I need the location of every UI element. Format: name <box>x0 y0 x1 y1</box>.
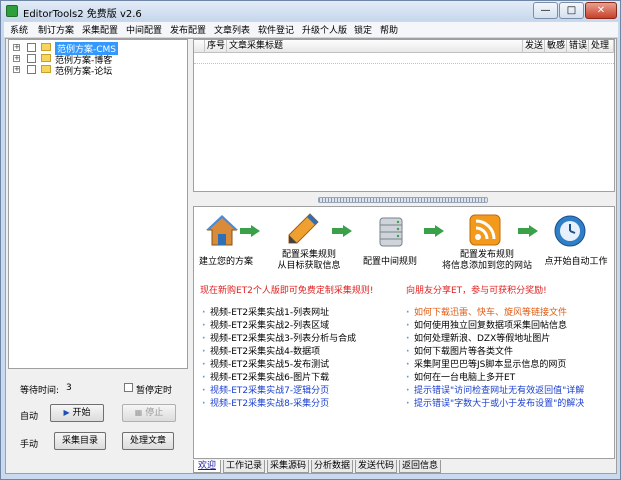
start-button[interactable]: ▶ 开始 <box>50 404 104 422</box>
list-item[interactable]: 提示错误"字数大于或小于发布设置"的解决 <box>406 398 614 411</box>
clock-icon <box>554 215 586 247</box>
step-publish-rules: 配置发布规则 将信息添加到您的网站 <box>441 250 532 271</box>
list-item[interactable]: 提示错误"访问检查网址无有效返回值"详解 <box>406 385 614 398</box>
menu-system[interactable]: 系统 <box>10 23 28 36</box>
step-middle-rules: 配置中间规则 <box>362 257 417 267</box>
minimize-button[interactable]: — <box>533 2 558 19</box>
menu-middle-config[interactable]: 中间配置 <box>126 23 162 36</box>
tab-welcome[interactable]: 欢迎 <box>193 460 221 473</box>
menu-upgrade[interactable]: 升级个人版 <box>302 23 347 36</box>
list-item[interactable]: 视频-ET2采集实战3-列表分析与合成 <box>202 333 402 346</box>
pause-timer-label: 暂停定时 <box>136 386 173 396</box>
menu-help[interactable]: 帮助 <box>380 23 398 36</box>
grid-corner <box>194 40 205 53</box>
list-item[interactable]: 如何下载图片等各类文件 <box>406 346 614 359</box>
list-item[interactable]: 视频-ET2采集实战6-图片下载 <box>202 372 402 385</box>
auto-label: 自动 <box>20 412 39 422</box>
stop-icon: ▦ <box>134 408 143 417</box>
col-error[interactable]: 错误 <box>567 40 589 53</box>
tree-checkbox[interactable] <box>27 54 36 63</box>
col-sensitive[interactable]: 敏感 <box>545 40 567 53</box>
control-panel: 等待时间: 3 暂停定时 自动 ▶ 开始 ▦ 停止 手动 采集目录 处理文章 <box>8 371 188 471</box>
arrow-right-icon <box>240 225 260 237</box>
menu-article-list[interactable]: 文章列表 <box>214 23 250 36</box>
expand-icon[interactable]: + <box>13 44 20 51</box>
table-row[interactable] <box>194 54 614 64</box>
list-item[interactable]: 视频-ET2采集实战4-数据项 <box>202 346 402 359</box>
list-item[interactable]: 如何下载迅雷、快车、旋风等链接文件 <box>406 307 614 320</box>
list-item[interactable]: 如何在一台电脑上多开ET <box>406 372 614 385</box>
grid-header: 序号 文章采集标题 发送 敏感 错误 处理 <box>194 40 614 53</box>
tree-item-label: 范例方案-论坛 <box>55 67 113 77</box>
wait-time-label: 等待时间: <box>20 386 60 396</box>
list-item[interactable]: 如何使用独立回复数据项采集回帖信息 <box>406 320 614 333</box>
expand-icon[interactable]: + <box>13 55 20 62</box>
list-item[interactable]: 视频-ET2采集实战5-发布测试 <box>202 359 402 372</box>
list-item[interactable]: 视频-ET2采集实战8-采集分页 <box>202 398 402 411</box>
play-icon: ▶ <box>63 408 70 417</box>
database-icon <box>379 217 403 247</box>
promo-custom-rules[interactable]: 现在新购ET2个人版即可免费定制采集规则! <box>200 283 374 296</box>
tab-collect-source[interactable]: 采集源码 <box>267 460 309 473</box>
pause-timer-checkbox[interactable] <box>124 383 133 392</box>
menu-lock[interactable]: 锁定 <box>354 23 372 36</box>
welcome-panel: 建立您的方案 配置采集规则 从目标获取信息 配置中间规则 配置发布规则 将信息添… <box>193 206 615 459</box>
tab-send-code[interactable]: 发送代码 <box>355 460 397 473</box>
plan-tree[interactable]: + 范例方案-CMS + 范例方案-博客 + 范例方案-论坛 <box>8 39 188 369</box>
splitter-handle[interactable] <box>318 197 488 203</box>
menu-publish-config[interactable]: 发布配置 <box>170 23 206 36</box>
collect-catalog-button[interactable]: 采集目录 <box>54 432 106 450</box>
menu-collect-config[interactable]: 采集配置 <box>82 23 118 36</box>
step-build-plan: 建立您的方案 <box>198 257 253 267</box>
arrow-right-icon <box>518 225 538 237</box>
col-title[interactable]: 文章采集标题 <box>227 40 523 53</box>
promo-share[interactable]: 向朋友分享ET，参与可获积分奖励! <box>406 283 547 296</box>
list-item[interactable]: 如何处理新浪、DZX等假地址图片 <box>406 333 614 346</box>
tab-return-info[interactable]: 返回信息 <box>399 460 441 473</box>
col-index[interactable]: 序号 <box>205 40 227 53</box>
close-button[interactable]: ✕ <box>585 2 617 19</box>
app-window: EditorTools2 免费版 v2.6 — □ ✕ 系统 制订方案 采集配置… <box>0 0 621 480</box>
window-title: EditorTools2 免费版 v2.6 <box>23 9 142 20</box>
stop-button[interactable]: ▦ 停止 <box>122 404 176 422</box>
arrow-right-icon <box>424 225 444 237</box>
tree-checkbox[interactable] <box>27 43 36 52</box>
home-icon <box>206 215 238 246</box>
tab-analysis-data[interactable]: 分析数据 <box>311 460 353 473</box>
wait-time-value: 3 <box>66 383 72 393</box>
folder-icon <box>41 54 51 62</box>
menu-registration[interactable]: 软件登记 <box>258 23 294 36</box>
menu-plan[interactable]: 制订方案 <box>38 23 74 36</box>
tab-work-log[interactable]: 工作记录 <box>223 460 265 473</box>
expand-icon[interactable]: + <box>13 66 20 73</box>
rss-icon <box>469 214 501 246</box>
step-start-auto: 点开始自动工作 <box>544 257 608 267</box>
manual-label: 手动 <box>20 440 39 450</box>
client-area: + 范例方案-CMS + 范例方案-博客 + 范例方案-论坛 等待时间: 3 暂… <box>5 38 617 474</box>
article-grid[interactable]: 序号 文章采集标题 发送 敏感 错误 处理 <box>193 39 615 192</box>
video-tutorial-list: 视频-ET2采集实战1-列表网址 视频-ET2采集实战2-列表区域 视频-ET2… <box>202 307 402 411</box>
pencil-icon <box>288 213 319 244</box>
list-item[interactable]: 视频-ET2采集实战7-逻辑分页 <box>202 385 402 398</box>
menu-bar: 系统 制订方案 采集配置 中间配置 发布配置 文章列表 软件登记 升级个人版 锁… <box>4 22 618 37</box>
maximize-button[interactable]: □ <box>559 2 584 19</box>
list-item[interactable]: 视频-ET2采集实战2-列表区域 <box>202 320 402 333</box>
folder-icon <box>41 65 51 73</box>
app-icon <box>6 5 18 17</box>
list-item[interactable]: 视频-ET2采集实战1-列表网址 <box>202 307 402 320</box>
folder-icon <box>41 43 51 51</box>
list-item[interactable]: 采集阿里巴巴等JS脚本显示信息的网页 <box>406 359 614 372</box>
bottom-tabs: 欢迎 工作记录 采集源码 分析数据 发送代码 返回信息 <box>193 460 615 473</box>
col-send[interactable]: 发送 <box>523 40 545 53</box>
faq-list: 如何下载迅雷、快车、旋风等链接文件 如何使用独立回复数据项采集回帖信息 如何处理… <box>406 307 614 411</box>
step-collect-rules: 配置采集规则 从目标获取信息 <box>277 250 341 271</box>
arrow-right-icon <box>332 225 352 237</box>
col-process[interactable]: 处理 <box>589 40 614 53</box>
process-article-button[interactable]: 处理文章 <box>122 432 174 450</box>
tree-checkbox[interactable] <box>27 65 36 74</box>
title-bar: EditorTools2 免费版 v2.6 — □ ✕ <box>1 1 620 21</box>
